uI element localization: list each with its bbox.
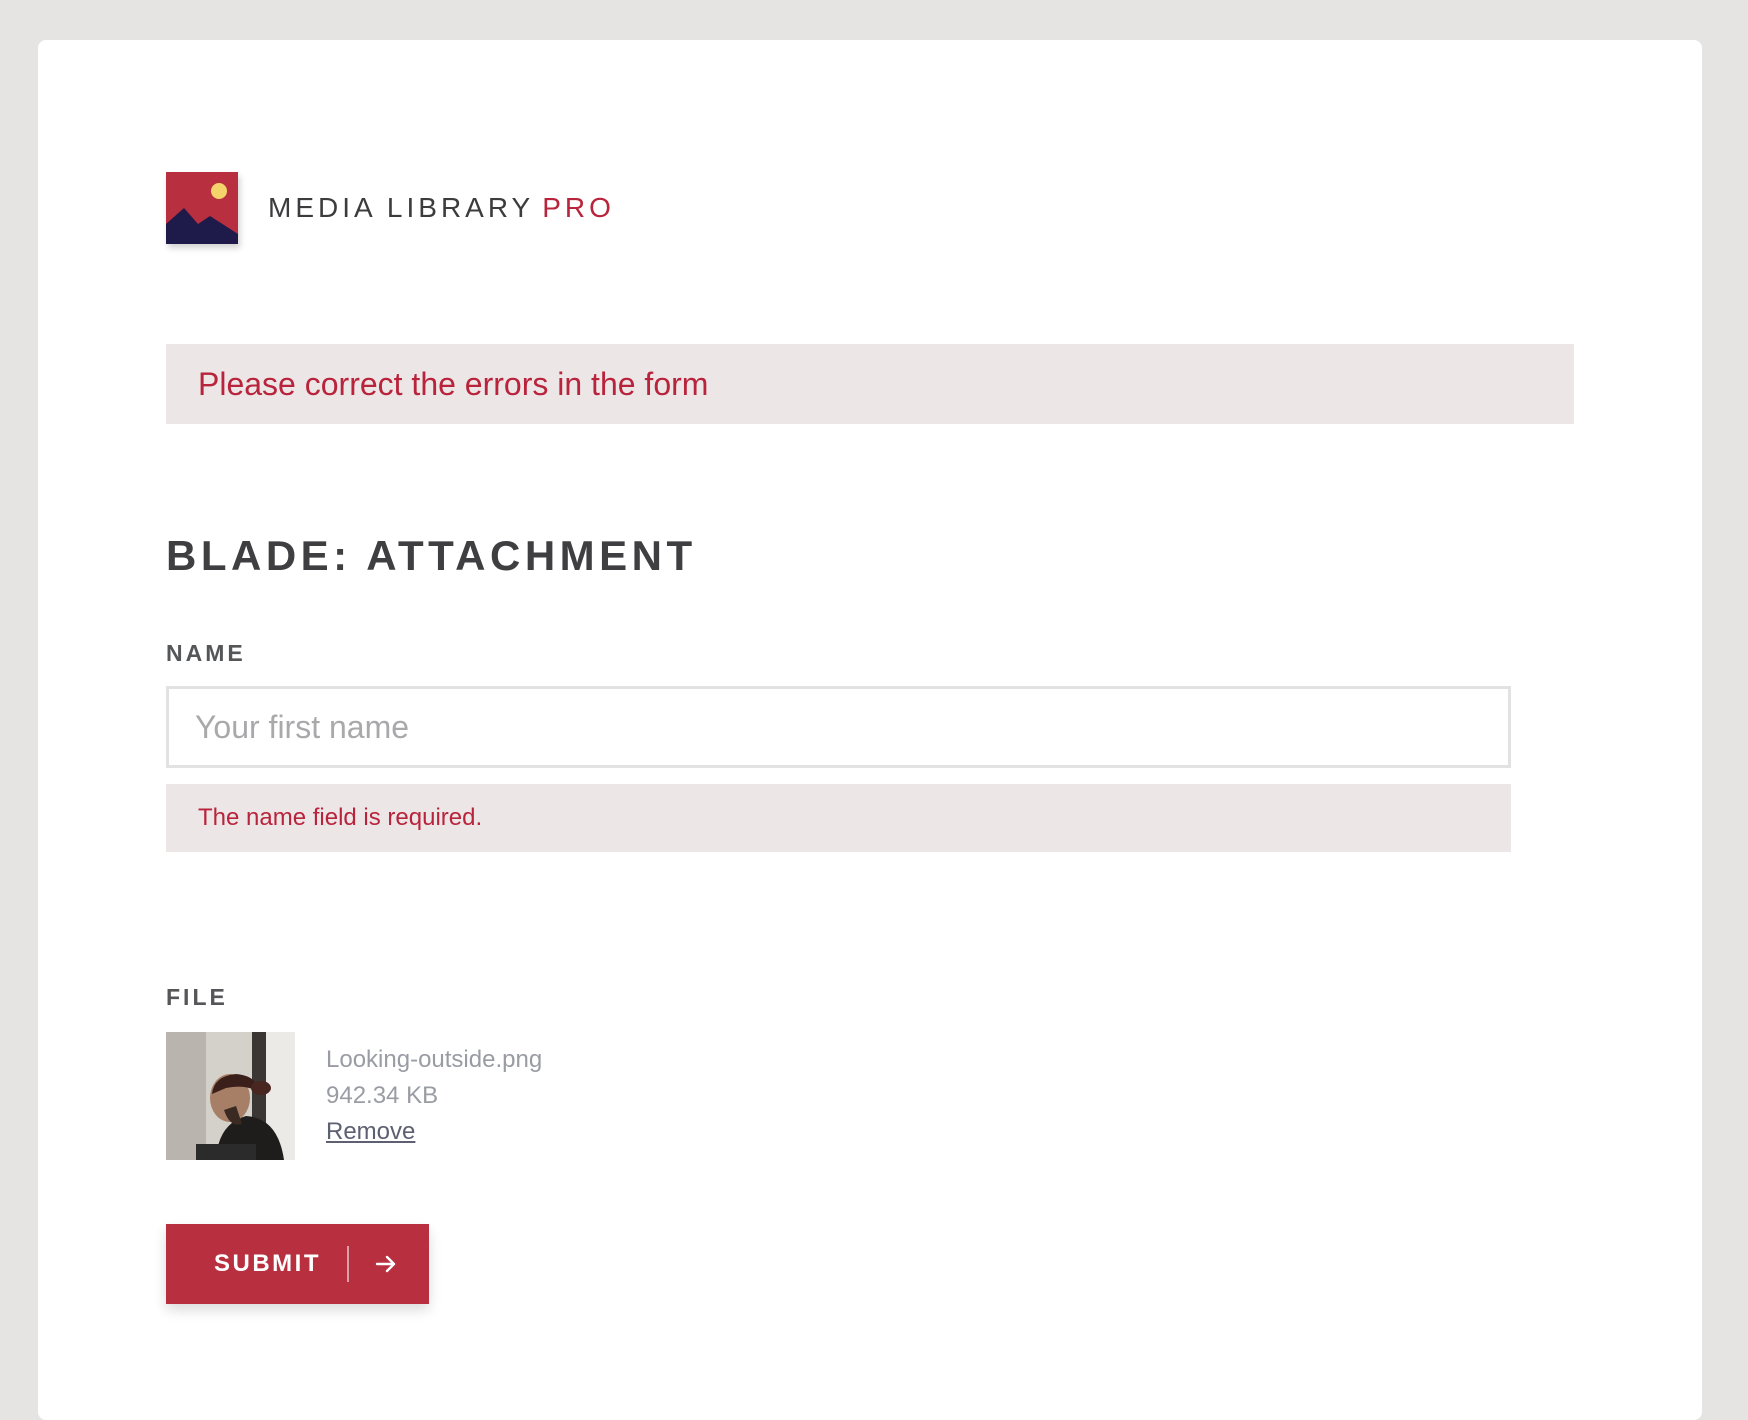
remove-file-link[interactable]: Remove — [326, 1114, 415, 1150]
arrow-right-icon — [375, 1255, 397, 1273]
submit-button[interactable]: SUBMIT — [166, 1224, 429, 1304]
brand-name: MEDIA LIBRARY — [268, 192, 535, 223]
form-card: MEDIA LIBRARY PRO Please correct the erro… — [38, 40, 1702, 1420]
brand: MEDIA LIBRARY PRO — [166, 172, 615, 244]
brand-title: MEDIA LIBRARY PRO — [268, 192, 615, 224]
name-label: NAME — [166, 640, 246, 666]
submit-label: SUBMIT — [214, 1250, 321, 1277]
file-thumbnail — [166, 1032, 295, 1160]
file-info: Looking-outside.png 942.34 KB Remove — [326, 1042, 542, 1150]
media-library-logo-icon — [166, 172, 238, 244]
file-name: Looking-outside.png — [326, 1046, 543, 1073]
file-label: FILE — [166, 984, 228, 1010]
page-title: BLADE: ATTACHMENT — [166, 532, 697, 579]
file-size: 942.34 KB — [326, 1082, 439, 1109]
name-error-message: The name field is required. — [166, 784, 1511, 852]
brand-suffix: PRO — [542, 192, 615, 223]
submit-divider — [347, 1246, 349, 1282]
name-input[interactable] — [166, 686, 1511, 768]
form-error-banner: Please correct the errors in the form — [166, 344, 1574, 424]
